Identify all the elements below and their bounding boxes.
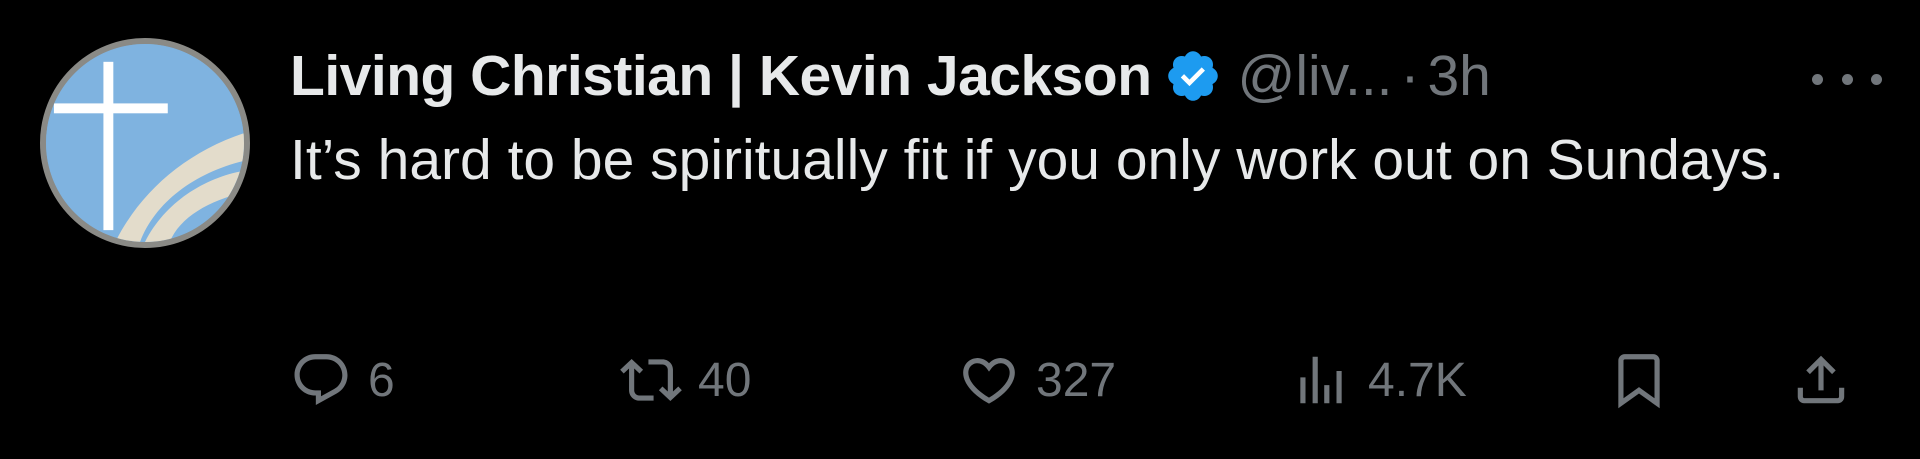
reply-button[interactable]: 6	[290, 340, 395, 420]
heart-icon	[963, 358, 1015, 404]
display-name[interactable]: Living Christian | Kevin Jackson	[290, 43, 1152, 109]
tweet-content: Living Christian | Kevin Jackson @liv...…	[290, 36, 1890, 202]
more-icon[interactable]	[1812, 64, 1882, 94]
share-icon	[1797, 355, 1845, 404]
retweet-button[interactable]: 40	[620, 340, 751, 420]
views-icon	[1300, 356, 1342, 404]
separator-dot: ·	[1400, 44, 1420, 108]
avatar[interactable]	[40, 38, 250, 248]
reply-count: 6	[368, 353, 395, 407]
like-count: 327	[1036, 353, 1117, 407]
timestamp[interactable]: 3h	[1427, 43, 1490, 109]
verified-badge-icon[interactable]	[1164, 47, 1222, 105]
tweet-header: Living Christian | Kevin Jackson @liv...…	[290, 36, 1890, 116]
retweet-icon	[620, 359, 682, 401]
bookmark-icon	[1618, 354, 1660, 409]
views-button[interactable]: 4.7K	[1290, 340, 1467, 420]
tweet[interactable]: Living Christian | Kevin Jackson @liv...…	[0, 0, 1920, 459]
user-handle[interactable]: @liv...	[1238, 43, 1393, 109]
like-button[interactable]: 327	[958, 340, 1116, 420]
reply-icon	[294, 354, 348, 406]
share-button[interactable]	[1790, 340, 1852, 420]
action-bar: 6 40 327 4.7K	[290, 340, 1870, 420]
tweet-text: It’s hard to be spiritually fit if you o…	[290, 128, 1785, 192]
views-count: 4.7K	[1368, 353, 1467, 407]
bookmark-button[interactable]	[1608, 340, 1670, 420]
living-christian-logo	[46, 44, 244, 242]
retweet-count: 40	[698, 353, 752, 407]
